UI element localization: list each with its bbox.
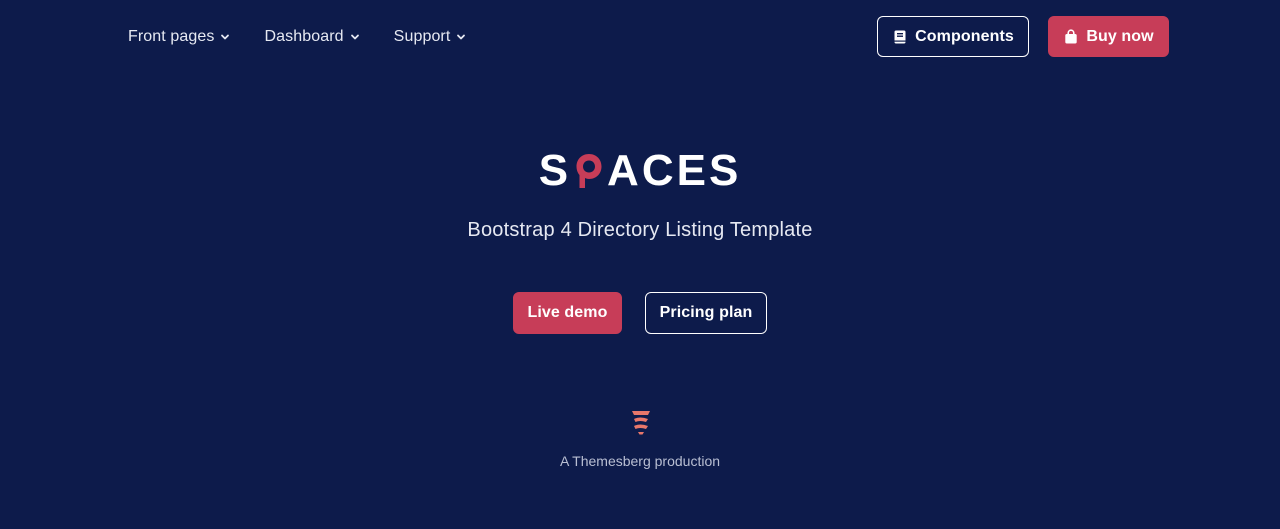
buy-now-button[interactable]: Buy now [1048,16,1169,57]
live-demo-button[interactable]: Live demo [513,292,622,334]
themesberg-logo-icon[interactable] [629,408,653,436]
hero-buttons: Live demo Pricing plan [0,292,1280,334]
chevron-down-icon [350,34,359,39]
book-icon [894,30,906,43]
nav-support-label: Support [393,27,451,45]
components-button[interactable]: Components [877,16,1029,57]
logo-wordmark: S ACES [539,149,742,193]
buy-now-button-label: Buy now [1086,27,1154,45]
nav-front-pages-label: Front pages [128,27,215,45]
nav-actions: Components Buy now [877,16,1169,57]
nav-dashboard[interactable]: Dashboard [264,28,359,46]
credit-text: A Themesberg production [559,453,721,469]
components-button-label: Components [915,27,1014,45]
nav-dashboard-label: Dashboard [264,27,344,45]
live-demo-button-label: Live demo [527,304,608,321]
spaces-logo: S ACES [0,146,1280,196]
nav-front-pages[interactable]: Front pages [128,28,230,46]
chevron-down-icon [221,34,230,39]
shopping-bag-icon [1065,28,1078,43]
top-navbar: Front pages Dashboard Support Components… [0,0,1280,73]
chevron-down-icon [457,34,466,39]
nav-support[interactable]: Support [394,28,467,46]
hero-subtitle: Bootstrap 4 Directory Listing Template [467,219,813,241]
logo-letter-s: S [538,146,572,195]
pricing-plan-button-label: Pricing plan [659,304,753,321]
logo-letters-aces: ACES [607,146,742,195]
map-pin-icon [576,154,602,188]
nav-links: Front pages Dashboard Support [128,0,500,73]
pricing-plan-button[interactable]: Pricing plan [645,292,767,334]
